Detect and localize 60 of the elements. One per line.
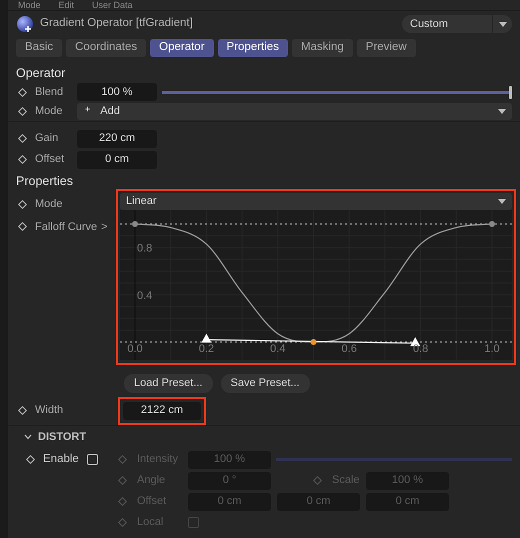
keyframe-icon[interactable]	[18, 222, 27, 232]
keyframe-icon[interactable]	[18, 134, 27, 143]
section-title: Properties	[15, 173, 74, 190]
slider-handle[interactable]	[509, 86, 512, 98]
axis-label: 0.0	[127, 343, 143, 355]
curve-chart[interactable]: 0.4 0.8 0.0 0.2 0.4 0.6 0.8 1.0	[120, 210, 512, 360]
axis-label: 0.4	[137, 290, 152, 302]
caret-icon	[498, 22, 506, 26]
field-label: Mode	[35, 197, 63, 212]
tab[interactable]: Properties	[218, 39, 288, 57]
field-label: Blend	[35, 84, 64, 100]
preset-dropdown[interactable]: Custom	[402, 15, 512, 33]
input-field[interactable]: 220 cm	[77, 130, 157, 148]
axis-label: 0.8	[412, 343, 428, 355]
tab[interactable]: Basic	[16, 39, 62, 57]
input-field[interactable]: 0 cm	[77, 150, 157, 168]
field-label: Mode	[35, 104, 63, 119]
field-label: Width	[35, 403, 64, 418]
preset-button[interactable]: Load Preset...	[124, 374, 212, 392]
window-title: Gradient Operator [tfGradient]	[40, 16, 193, 32]
preset-button[interactable]: Save Preset...	[220, 374, 310, 392]
keyframe-icon[interactable]	[18, 200, 27, 209]
curve-point[interactable]	[310, 339, 316, 345]
keyframe-icon[interactable]	[18, 88, 27, 96]
curve-point[interactable]	[489, 221, 495, 227]
menu-item[interactable]: Edit	[58, 0, 74, 10]
field-label: Gain	[35, 131, 58, 146]
menu-item[interactable]: User Data	[92, 0, 133, 10]
section-title: DISTORT	[38, 430, 86, 445]
mode-dropdown[interactable]: + Add	[77, 102, 512, 120]
checkbox[interactable]	[86, 454, 98, 465]
keyframe-icon[interactable]	[18, 155, 27, 164]
chevron-down-icon[interactable]	[24, 434, 32, 440]
input-field[interactable]: 100 %	[77, 83, 157, 101]
axis-label: 1.0	[484, 343, 500, 355]
axis-label: 0.8	[137, 242, 152, 255]
axis-label: 0.4	[270, 343, 286, 355]
section-title: Operator	[15, 65, 66, 82]
field-label: Offset	[35, 152, 64, 168]
tab[interactable]: Coordinates	[66, 39, 146, 57]
tangent-handle[interactable]	[201, 334, 212, 343]
tab[interactable]: Operator	[150, 39, 214, 57]
sphere-icon	[16, 15, 34, 33]
caret-icon	[498, 199, 506, 204]
axis-label: 0.2	[198, 343, 214, 355]
menu-item[interactable]: Mode	[18, 0, 41, 10]
keyframe-icon[interactable]	[18, 106, 27, 116]
field-label: Enable	[43, 452, 79, 467]
field-label: Falloff Curve	[35, 220, 98, 234]
keyframe-icon[interactable]	[18, 406, 27, 415]
tab[interactable]: Preview	[356, 39, 416, 57]
chevron-icon[interactable]: >	[101, 218, 108, 235]
keyframe-icon[interactable]	[26, 455, 35, 464]
curve-point[interactable]	[132, 221, 138, 227]
mode-dropdown[interactable]: Linear	[120, 193, 512, 210]
axis-label: 0.6	[342, 343, 357, 355]
plus-icon: +	[85, 104, 90, 114]
tab[interactable]: Masking	[292, 39, 353, 57]
caret-icon	[498, 108, 506, 114]
input-field[interactable]: 2122 cm	[123, 402, 201, 420]
